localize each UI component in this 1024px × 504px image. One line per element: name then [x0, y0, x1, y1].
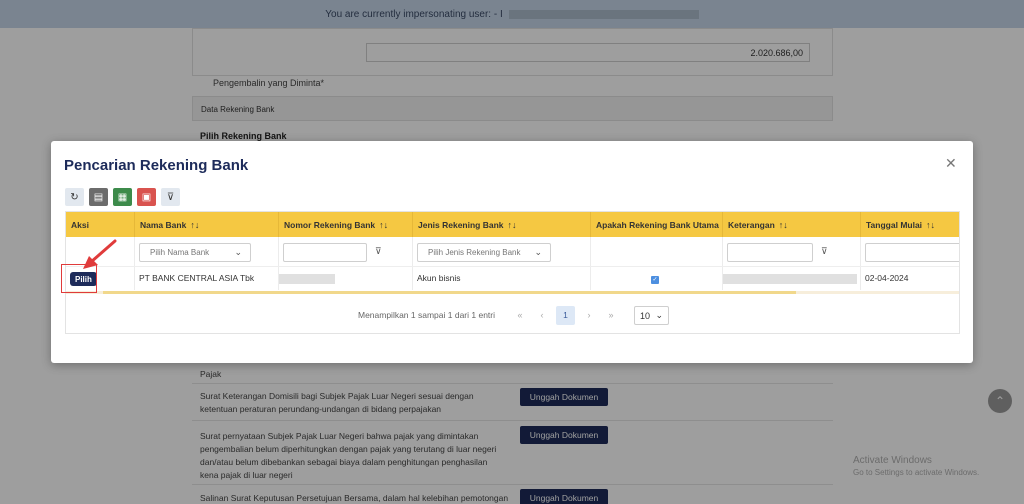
bank-search-modal: Pencarian Rekening Bank ✕ ↻ ▤ ▦ ▣ ⊽ Aksi…	[51, 141, 973, 363]
col-aksi: Aksi	[66, 212, 135, 237]
last-page-icon[interactable]: »	[600, 310, 622, 320]
col-nomor-rekening[interactable]: Nomor Rekening Bank ↑↓	[279, 212, 413, 237]
filter-icon[interactable]: ⊽	[821, 246, 828, 257]
cell-nama-bank: PT BANK CENTRAL ASIA Tbk	[135, 267, 279, 290]
horizontal-scrollbar[interactable]	[66, 291, 959, 294]
excel-icon[interactable]: ▦	[113, 188, 132, 206]
cell-keterangan	[723, 267, 861, 290]
col-nama-bank[interactable]: Nama Bank ↑↓	[135, 212, 279, 237]
close-icon[interactable]: ✕	[945, 155, 957, 172]
chevron-down-icon: ⌄	[234, 247, 242, 257]
prev-page-icon[interactable]: ‹	[531, 310, 553, 320]
sort-icon: ↑↓	[926, 220, 936, 230]
file-icon[interactable]: ▤	[89, 188, 108, 206]
grid-toolbar: ↻ ▤ ▦ ▣ ⊽	[65, 188, 180, 206]
filter-clear-icon[interactable]: ⊽	[161, 188, 180, 206]
col-tanggal-mulai[interactable]: Tanggal Mulai ↑↓	[861, 212, 959, 237]
pdf-icon[interactable]: ▣	[137, 188, 156, 206]
modal-title: Pencarian Rekening Bank	[64, 157, 249, 174]
pagination: Menampilkan 1 sampai 1 dari 1 entri « ‹ …	[66, 305, 959, 325]
bank-grid: Aksi Nama Bank ↑↓ Nomor Rekening Bank ↑↓ J…	[65, 211, 960, 334]
pagination-info: Menampilkan 1 sampai 1 dari 1 entri	[357, 310, 495, 320]
checkbox-checked-icon: ✓	[651, 276, 659, 284]
scrollbar-thumb[interactable]	[103, 291, 796, 294]
page-size-select[interactable]: 10 ⌄	[634, 305, 669, 325]
cell-rekening-utama: ✓	[591, 267, 723, 290]
sort-icon: ↑↓	[190, 220, 200, 230]
first-page-icon[interactable]: «	[509, 310, 531, 320]
nomor-rekening-filter[interactable]	[283, 243, 367, 262]
filter-icon[interactable]: ⊽	[375, 246, 382, 257]
pointer-arrow-icon	[83, 239, 117, 269]
next-page-icon[interactable]: ›	[578, 310, 600, 320]
grid-filter-row: Pilih Nama Bank ⌄ ⊽ Pilih Jenis Rekening …	[66, 237, 959, 267]
nama-bank-filter[interactable]: Pilih Nama Bank ⌄	[139, 243, 251, 262]
col-keterangan[interactable]: Keterangan ↑↓	[723, 212, 861, 237]
chevron-down-icon: ⌄	[534, 247, 542, 257]
cell-nomor-rekening	[279, 267, 413, 290]
table-row[interactable]: Pilih PT BANK CENTRAL ASIA Tbk Akun bisn…	[66, 267, 959, 290]
col-rekening-utama: Apakah Rekening Bank Utama	[591, 212, 723, 237]
refresh-icon[interactable]: ↻	[65, 188, 84, 206]
tanggal-mulai-filter[interactable]	[865, 243, 959, 262]
col-jenis-rekening[interactable]: Jenis Rekening Bank ↑↓	[413, 212, 591, 237]
current-page[interactable]: 1	[556, 305, 575, 325]
keterangan-filter[interactable]	[727, 243, 813, 262]
chevron-down-icon: ⌄	[655, 309, 663, 320]
sort-icon: ↑↓	[379, 220, 389, 230]
grid-header: Aksi Nama Bank ↑↓ Nomor Rekening Bank ↑↓ J…	[66, 212, 959, 237]
jenis-rekening-filter[interactable]: Pilih Jenis Rekening Bank ⌄	[417, 243, 551, 262]
sort-icon: ↑↓	[778, 220, 788, 230]
cell-jenis-rekening: Akun bisnis	[413, 267, 591, 290]
cell-tanggal-mulai: 02-04-2024	[865, 273, 909, 283]
sort-icon: ↑↓	[507, 220, 517, 230]
